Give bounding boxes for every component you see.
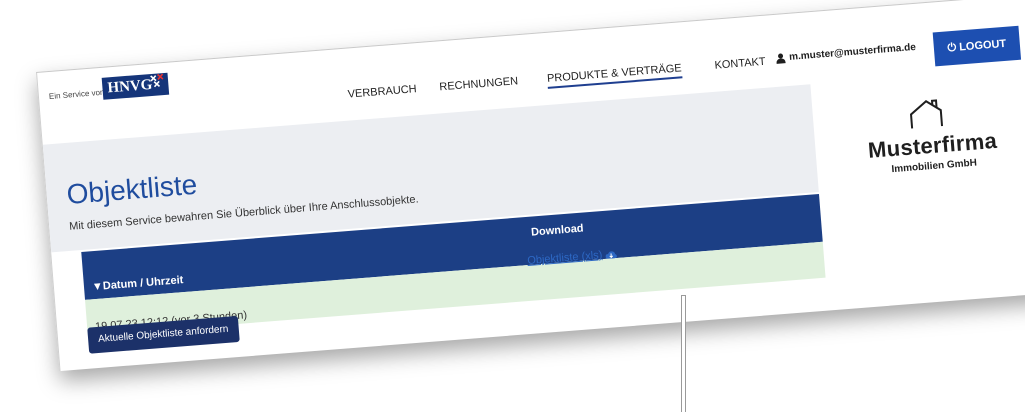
brand-text: HNVG — [106, 76, 153, 97]
nav-kontakt[interactable]: KONTAKT — [714, 56, 766, 72]
nav-rechnungen[interactable]: RECHNUNGEN — [439, 75, 519, 93]
pointer-line — [682, 296, 685, 412]
person-icon — [776, 53, 786, 64]
logout-button[interactable]: ⏻ LOGOUT — [932, 25, 1022, 67]
logout-label: LOGOUT — [958, 37, 1007, 54]
cloud-download-icon — [605, 250, 617, 259]
nav-produkte-vertraege[interactable]: PRODUKTE & VERTRÄGE — [546, 62, 683, 89]
column-download-header: Download — [530, 222, 585, 239]
company-logo: Musterfirma Immobilien GmbH — [854, 93, 1011, 194]
service-text: Ein Service von — [48, 87, 105, 102]
page-title: Objektliste — [65, 168, 199, 210]
power-icon: ⏻ — [947, 41, 957, 54]
house-icon — [909, 99, 944, 129]
nav-verbrauch[interactable]: VERBRAUCH — [347, 83, 417, 100]
screenshot-stage: Ein Service von HNVG VERBRAUCH RECHNUNGE… — [0, 0, 1025, 412]
column-date-header[interactable]: ▼Datum / Uhrzeit — [92, 274, 184, 293]
browser-card: Ein Service von HNVG VERBRAUCH RECHNUNGE… — [36, 0, 1025, 372]
brand-mark-icon — [150, 73, 164, 88]
hnvg-logo[interactable]: HNVG — [101, 72, 170, 100]
